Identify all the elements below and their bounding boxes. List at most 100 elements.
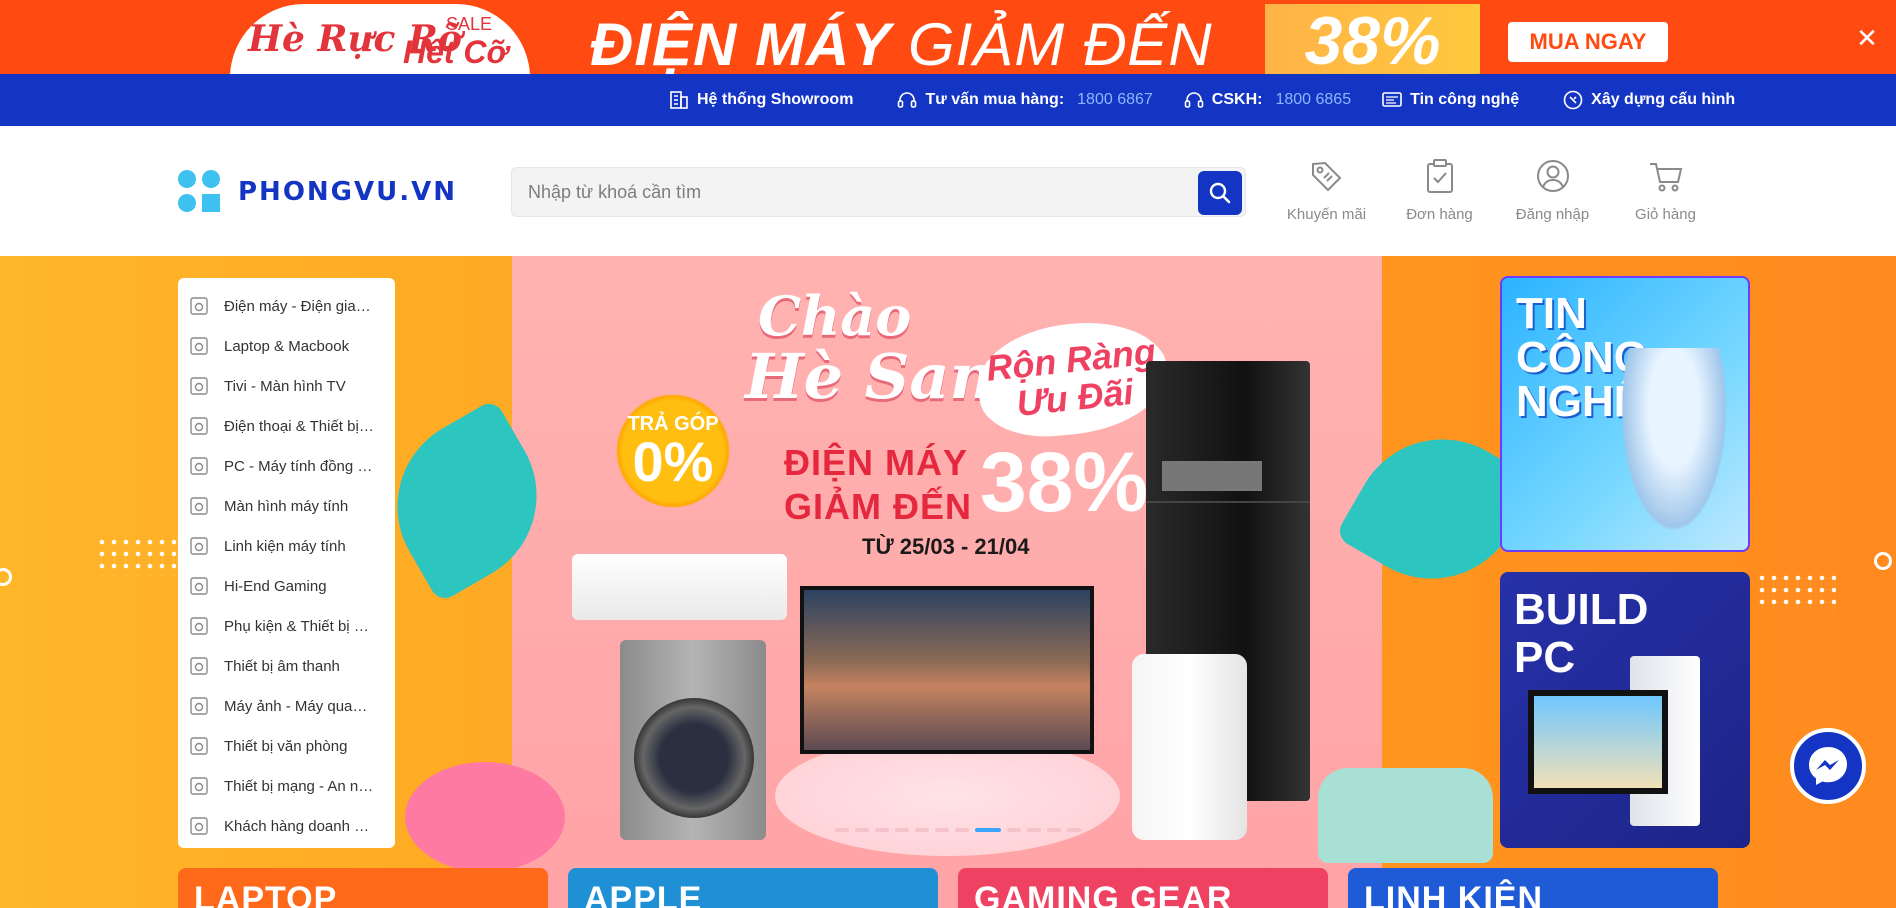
category-banner-title: LINH KIỆN — [1364, 880, 1543, 908]
promo-buy-now-button[interactable]: MUA NGAY — [1508, 22, 1668, 62]
carousel-dot[interactable] — [935, 828, 949, 832]
category-item[interactable]: Laptop & Macbook — [178, 326, 395, 366]
messenger-icon — [1809, 747, 1847, 785]
search-button[interactable] — [1198, 171, 1242, 215]
printer-icon — [188, 735, 210, 757]
category-item[interactable]: Máy ảnh - Máy quay phim — [178, 686, 395, 726]
podium-image — [775, 736, 1120, 856]
category-banner-card[interactable]: GAMING GEAR — [958, 868, 1328, 908]
carousel-dot[interactable] — [955, 828, 969, 832]
build-pc-promo-text: BUILD PC — [1514, 585, 1649, 682]
header-action-label: Đơn hàng — [1406, 206, 1473, 223]
search-bar — [511, 167, 1246, 217]
category-item[interactable]: Điện máy - Điện gia dụng — [178, 286, 395, 326]
category-label: Khách hàng doanh nghiệp — [224, 817, 374, 835]
header-action-user[interactable]: Đăng nhập — [1496, 158, 1609, 223]
category-banner-card[interactable]: LAPTOP — [178, 868, 548, 908]
category-item[interactable]: Hi-End Gaming — [178, 566, 395, 606]
header-action-label: Giỏ hàng — [1635, 206, 1696, 223]
header-action-label: Khuyến mãi — [1286, 206, 1367, 223]
top-promo-banner[interactable]: Hè Rực Rỡ SALE Hết Cỡ ĐIỆN MÁY GIẢM ĐẾN … — [0, 0, 1896, 74]
promo-headline-thin: GIẢM ĐẾN — [907, 11, 1213, 74]
category-banner-title: APPLE — [584, 880, 703, 908]
carousel-dot[interactable] — [895, 828, 909, 832]
clipboard-icon — [1422, 158, 1458, 198]
util-item-4[interactable]: Xây dựng cấu hình — [1562, 89, 1748, 111]
flamingo-float-image — [405, 762, 565, 872]
site-logo[interactable]: PHONGVU.VN — [178, 170, 457, 214]
carousel-dot[interactable] — [915, 828, 929, 832]
header-action-cart[interactable]: Giỏ hàng — [1609, 158, 1722, 223]
header-action-tag[interactable]: Khuyến mãi — [1270, 158, 1383, 223]
util-item-3[interactable]: Tin công nghệ — [1381, 89, 1532, 111]
promo-logo-sale: SALE — [445, 14, 492, 34]
carousel-dot[interactable] — [1067, 828, 1081, 832]
site-header: PHONGVU.VN Khuyến mãi Đơn hàng Đăng nhập… — [0, 126, 1896, 256]
carousel-dot[interactable] — [875, 828, 889, 832]
promo-headline-bold: ĐIỆN MÁY — [590, 11, 891, 74]
util-item-number[interactable]: 1800 6865 — [1275, 91, 1351, 109]
category-item[interactable]: Phụ kiện & Thiết bị ngoại vi — [178, 606, 395, 646]
building-icon — [668, 89, 690, 111]
util-item-2[interactable]: CSKH: 1800 6865 — [1183, 89, 1351, 111]
search-input[interactable] — [528, 168, 1168, 216]
chart-icon — [188, 815, 210, 837]
close-icon[interactable]: ✕ — [1854, 25, 1880, 51]
header-action-clipboard[interactable]: Đơn hàng — [1383, 158, 1496, 223]
category-label: Máy ảnh - Máy quay phim — [224, 697, 374, 715]
deal-line2: GIẢM ĐẾN — [784, 486, 972, 527]
monitor-icon — [188, 495, 210, 517]
category-banner-card[interactable]: LINH KIỆN — [1348, 868, 1718, 908]
util-item-number[interactable]: 1800 6867 — [1077, 91, 1153, 109]
messenger-chat-button[interactable] — [1790, 728, 1866, 804]
tech-news-promo[interactable]: TIN CÔNG NGHỆ — [1500, 276, 1750, 552]
category-item[interactable]: Điện thoại & Thiết bị thông minh — [178, 406, 395, 446]
deal-percent: 38% — [980, 435, 1149, 529]
utility-bar: Hệ thống Showroom Tư vấn mua hàng: 1800 … — [0, 74, 1896, 126]
category-item[interactable]: Khách hàng doanh nghiệp — [178, 806, 395, 846]
tv-icon — [188, 375, 210, 397]
banner-title-line1: Chào — [758, 284, 912, 348]
category-item[interactable]: Thiết bị mạng - An ninh — [178, 766, 395, 806]
category-item[interactable]: Thiết bị văn phòng — [178, 726, 395, 766]
category-item[interactable]: Linh kiện máy tính — [178, 526, 395, 566]
category-label: Phụ kiện & Thiết bị ngoại vi — [224, 617, 374, 635]
util-item-label: Tư vấn mua hàng: — [925, 91, 1065, 108]
decor-ring — [1874, 552, 1892, 570]
hero-section: Chào Hè Sang Rộn Ràng Ưu Đãi TRẢ GÓP 0% … — [0, 256, 1896, 908]
monitor-image — [1528, 690, 1668, 794]
category-label: Linh kiện máy tính — [224, 537, 346, 555]
toy-van-image — [1318, 768, 1493, 863]
carousel-dot[interactable] — [1027, 828, 1041, 832]
water-heater-image — [1132, 654, 1247, 840]
cart-icon — [1648, 158, 1684, 198]
category-label: Laptop & Macbook — [224, 337, 350, 355]
util-item-label: CSKH: — [1211, 91, 1263, 108]
promo-logo-line2: Hết Cỡ — [402, 34, 508, 70]
carousel-dot[interactable] — [975, 828, 1001, 832]
category-item[interactable]: Thiết bị âm thanh — [178, 646, 395, 686]
util-item-0[interactable]: Hệ thống Showroom — [668, 89, 866, 111]
util-item-1[interactable]: Tư vấn mua hàng: 1800 6867 — [896, 89, 1153, 111]
promo-campaign-logo: Hè Rực Rỡ SALE Hết Cỡ — [230, 4, 530, 74]
build-pc-promo[interactable]: BUILD PC — [1500, 572, 1750, 848]
robot-image — [1614, 348, 1734, 548]
category-item[interactable]: Tivi - Màn hình TV — [178, 366, 395, 406]
category-label: Thiết bị mạng - An ninh — [224, 777, 374, 795]
category-item[interactable]: Màn hình máy tính — [178, 486, 395, 526]
util-item-label: Tin công nghệ — [1410, 91, 1520, 108]
promo-headline: ĐIỆN MÁY GIẢM ĐẾN — [590, 10, 1213, 74]
headset-icon — [1183, 89, 1205, 111]
laptop-icon — [188, 335, 210, 357]
carousel-dot[interactable] — [1007, 828, 1021, 832]
carousel-dot[interactable] — [855, 828, 869, 832]
carousel-dot[interactable] — [835, 828, 849, 832]
util-item-label: Hệ thống Showroom — [697, 91, 854, 108]
carousel-dot[interactable] — [1047, 828, 1061, 832]
washer-image — [620, 640, 766, 840]
tv-image — [800, 586, 1094, 754]
category-banner-card[interactable]: APPLE — [568, 868, 938, 908]
category-label: Hi-End Gaming — [224, 577, 327, 595]
logo-text: PHONGVU.VN — [238, 177, 458, 207]
category-item[interactable]: PC - Máy tính đồng bộ — [178, 446, 395, 486]
